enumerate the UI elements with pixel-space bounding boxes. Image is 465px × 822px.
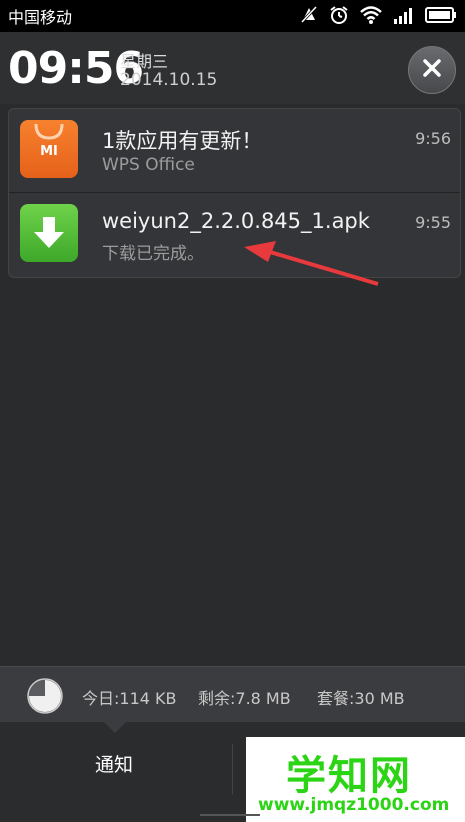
tab-notifications[interactable]: 通知 xyxy=(95,750,133,777)
watermark-title: 学知网 xyxy=(286,753,412,799)
data-usage-bar[interactable]: 今日:114 KB 剩余:7.8 MB 套餐:30 MB xyxy=(0,666,465,723)
watermark: 学知网 www.jmqz1000.com xyxy=(246,737,465,822)
watermark-url: www.jmqz1000.com xyxy=(258,795,450,815)
data-usage-pie-icon xyxy=(26,677,64,719)
data-usage-plan: 套餐:30 MB xyxy=(317,689,405,708)
tab-divider xyxy=(232,744,233,794)
data-usage-today: 今日:114 KB xyxy=(82,689,177,708)
home-indicator xyxy=(200,814,260,816)
tab-pointer xyxy=(103,721,127,733)
data-usage-remaining: 剩余:7.8 MB xyxy=(198,689,291,708)
